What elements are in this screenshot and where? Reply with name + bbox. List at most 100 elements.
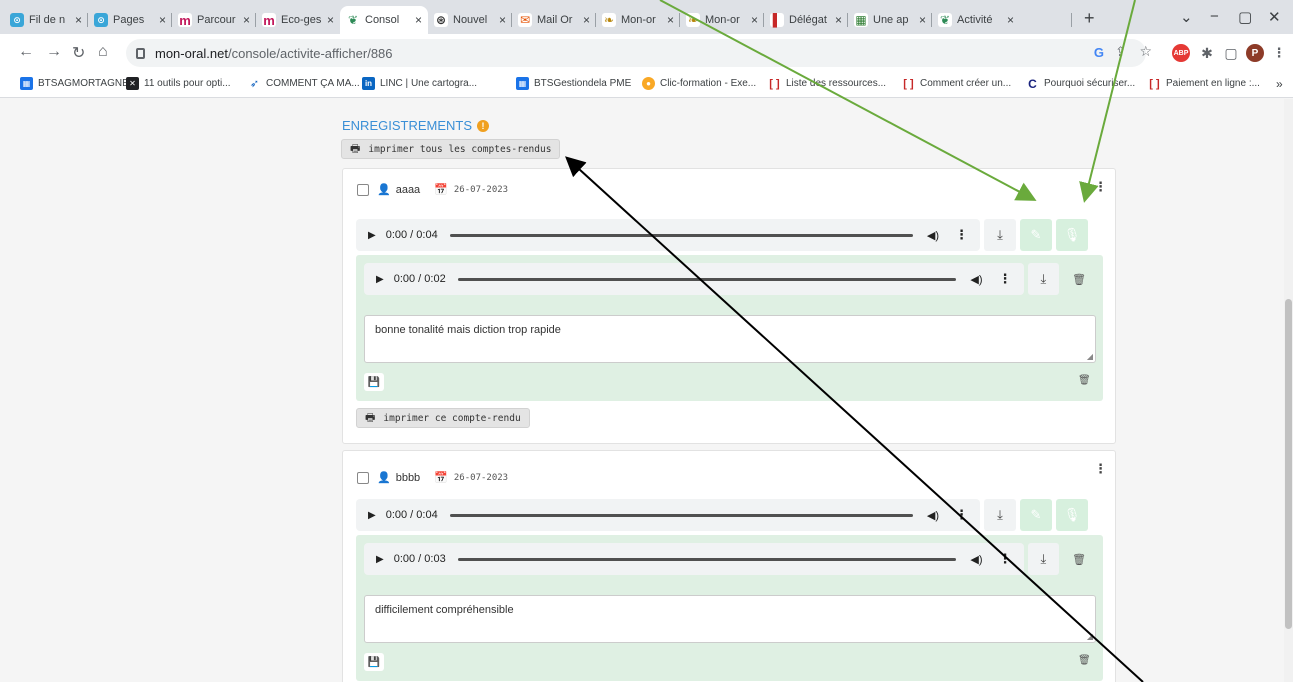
adblock-icon[interactable]: ABP bbox=[1172, 44, 1190, 62]
audio-progress-track[interactable] bbox=[457, 277, 957, 281]
close-icon[interactable]: × bbox=[415, 13, 422, 27]
home-icon[interactable]: ⌂ bbox=[98, 43, 108, 61]
browser-tab[interactable]: ▦ Une ap × bbox=[848, 6, 932, 34]
reload-icon[interactable]: ↻ bbox=[72, 43, 85, 63]
bookmark-item[interactable]: C Pourquoi sécuriser... bbox=[1026, 77, 1135, 91]
close-icon[interactable]: × bbox=[327, 13, 334, 27]
download-button[interactable]: ⤓ bbox=[984, 499, 1016, 531]
volume-icon[interactable]: ◀) bbox=[970, 553, 982, 566]
comment-textarea[interactable]: bonne tonalité mais diction trop rapide … bbox=[364, 315, 1096, 363]
browser-tab[interactable]: m Eco-ges × bbox=[256, 6, 340, 34]
close-icon[interactable]: × bbox=[835, 13, 842, 27]
play-icon[interactable]: ▶ bbox=[376, 274, 384, 285]
comment-textarea[interactable]: difficilement compréhensible ◢ bbox=[364, 595, 1096, 643]
bookmark-item[interactable]: ✕ 11 outils pour opti... bbox=[126, 77, 231, 90]
close-icon[interactable]: × bbox=[159, 13, 166, 27]
audio-more-icon[interactable]: ⋮ bbox=[999, 551, 1012, 567]
volume-icon[interactable]: ◀) bbox=[927, 229, 939, 242]
close-icon[interactable]: × bbox=[751, 13, 758, 27]
side-panel-icon[interactable]: ▢ bbox=[1222, 44, 1240, 62]
close-window-icon[interactable]: ✕ bbox=[1268, 8, 1281, 26]
feedback-audio-player[interactable]: ▶ 0:00 / 0:02 ◀) ⋮ bbox=[364, 263, 1024, 295]
card-menu-icon[interactable]: ⋮ bbox=[1094, 461, 1107, 477]
bookmark-item[interactable]: ➶ COMMENT ÇA MA... bbox=[248, 77, 360, 90]
browser-tab[interactable]: ❧ Mon-or × bbox=[680, 6, 764, 34]
audio-more-icon[interactable]: ⋮ bbox=[999, 271, 1012, 287]
minimize-icon[interactable]: − bbox=[1210, 8, 1219, 25]
close-icon[interactable]: × bbox=[243, 13, 250, 27]
bookmark-item[interactable]: ▦ BTSGestiondela PME bbox=[516, 77, 631, 90]
back-arrow-icon[interactable]: ← bbox=[18, 43, 34, 61]
delete-audio-button[interactable]: 🗑 bbox=[1063, 263, 1095, 295]
select-checkbox[interactable] bbox=[357, 183, 369, 196]
browser-tab[interactable]: ❧ Mon-or × bbox=[596, 6, 680, 34]
audio-player[interactable]: ▶ 0:00 / 0:04 ◀) ⋮ bbox=[356, 219, 980, 251]
bookmark-item[interactable]: ▦ BTSAGMORTAGNE bbox=[20, 77, 129, 90]
bookmark-item[interactable]: [ ] Liste des ressources... bbox=[768, 77, 886, 90]
share-icon[interactable]: ⇪ bbox=[1115, 44, 1126, 60]
address-bar[interactable]: mon-oral.net/console/activite-afficher/8… bbox=[126, 39, 1152, 67]
browser-tab-active[interactable]: ❦ Consol × bbox=[340, 6, 428, 34]
feedback-audio-player[interactable]: ▶ 0:00 / 0:03 ◀) ⋮ bbox=[364, 543, 1024, 575]
scrollbar-thumb[interactable] bbox=[1285, 299, 1292, 629]
audio-player[interactable]: ▶ 0:00 / 0:04 ◀) ⋮ bbox=[356, 499, 980, 531]
save-comment-button[interactable]: 💾 bbox=[364, 653, 384, 671]
audio-progress-track[interactable] bbox=[457, 557, 957, 561]
delete-comment-icon[interactable]: 🗑 bbox=[1078, 655, 1091, 666]
play-icon[interactable]: ▶ bbox=[368, 510, 376, 521]
annotate-button[interactable]: ✎ bbox=[1020, 219, 1052, 251]
record-feedback-button[interactable]: 🎙 bbox=[1056, 499, 1088, 531]
resize-handle-icon[interactable]: ◢ bbox=[1087, 352, 1093, 361]
play-icon[interactable]: ▶ bbox=[368, 230, 376, 241]
delete-audio-button[interactable]: 🗑 bbox=[1063, 543, 1095, 575]
download-button[interactable]: ⤓ bbox=[1027, 263, 1060, 295]
close-icon[interactable]: × bbox=[667, 13, 674, 27]
audio-more-icon[interactable]: ⋮ bbox=[955, 227, 968, 243]
select-checkbox[interactable] bbox=[357, 471, 369, 484]
browser-tab[interactable]: m Parcour × bbox=[172, 6, 256, 34]
close-icon[interactable]: × bbox=[499, 13, 506, 27]
annotate-button[interactable]: ✎ bbox=[1020, 499, 1052, 531]
close-icon[interactable]: × bbox=[583, 13, 590, 27]
browser-tab[interactable]: ✉ Mail Or × bbox=[512, 6, 596, 34]
print-all-reports-button[interactable]: 🖶 imprimer tous les comptes-rendus bbox=[341, 139, 561, 159]
print-report-button[interactable]: 🖶 imprimer ce compte-rendu bbox=[356, 408, 530, 428]
browser-tab[interactable]: ▌ Délégat × bbox=[764, 6, 848, 34]
google-icon[interactable]: G bbox=[1094, 45, 1104, 60]
browser-tab[interactable]: ❦ Activité × bbox=[932, 6, 1072, 34]
bookmark-item[interactable]: [ ] Comment créer un... bbox=[902, 77, 1011, 90]
download-button[interactable]: ⤓ bbox=[984, 219, 1016, 251]
card-menu-icon[interactable]: ⋮ bbox=[1094, 179, 1107, 195]
extensions-icon[interactable]: ✱ bbox=[1198, 44, 1216, 62]
download-button[interactable]: ⤓ bbox=[1027, 543, 1060, 575]
profile-avatar[interactable]: P bbox=[1246, 44, 1264, 62]
bookmark-item[interactable]: ● Clic-formation - Exe... bbox=[642, 77, 756, 90]
close-icon[interactable]: × bbox=[75, 13, 82, 27]
menu-kebab-icon[interactable]: ⋮ bbox=[1270, 44, 1288, 62]
browser-tab[interactable]: ⊙ Fil de n × bbox=[4, 6, 88, 34]
page-scrollbar[interactable] bbox=[1284, 99, 1293, 682]
maximize-icon[interactable]: ▢ bbox=[1238, 8, 1252, 26]
bookmark-item[interactable]: in LINC | Une cartogra... bbox=[362, 77, 477, 90]
volume-icon[interactable]: ◀) bbox=[970, 273, 982, 286]
audio-progress-track[interactable] bbox=[449, 233, 913, 237]
volume-icon[interactable]: ◀) bbox=[927, 509, 939, 522]
new-tab-icon[interactable]: + bbox=[1084, 8, 1095, 29]
record-feedback-button[interactable]: 🎙 bbox=[1056, 219, 1088, 251]
audio-progress-track[interactable] bbox=[449, 513, 913, 517]
resize-handle-icon[interactable]: ◢ bbox=[1087, 632, 1093, 641]
play-icon[interactable]: ▶ bbox=[376, 554, 384, 565]
browser-tab[interactable]: ⊙ Pages × bbox=[88, 6, 172, 34]
tab-search-icon[interactable]: ⌄ bbox=[1180, 8, 1193, 26]
bookmark-item[interactable]: [ ] Paiement en ligne :... bbox=[1148, 77, 1260, 90]
forward-arrow-icon[interactable]: → bbox=[46, 43, 62, 61]
close-icon[interactable]: × bbox=[1007, 13, 1014, 27]
delete-comment-icon[interactable]: 🗑 bbox=[1078, 375, 1091, 386]
browser-tab[interactable]: ⊛ Nouvel × bbox=[428, 6, 512, 34]
bookmarks-overflow-icon[interactable]: » bbox=[1276, 77, 1283, 91]
info-icon[interactable]: ! bbox=[477, 119, 490, 132]
audio-more-icon[interactable]: ⋮ bbox=[955, 507, 968, 523]
bookmark-star-icon[interactable]: ☆ bbox=[1139, 43, 1152, 60]
close-icon[interactable]: × bbox=[919, 13, 926, 27]
save-comment-button[interactable]: 💾 bbox=[364, 373, 384, 391]
